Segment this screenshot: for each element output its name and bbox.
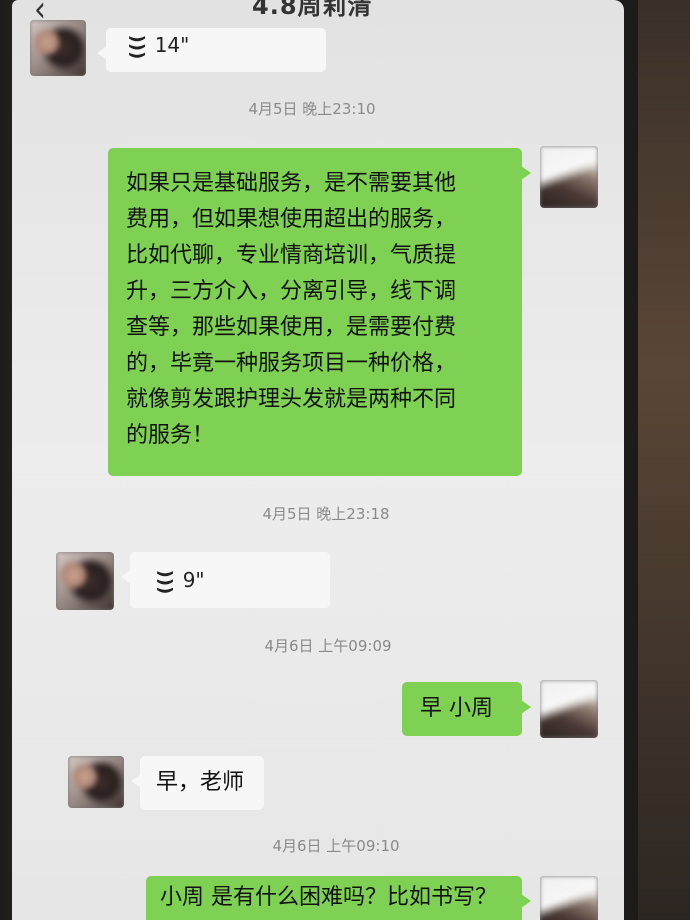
message-line: 小周 是有什么困难吗？比如书写？ [160, 885, 497, 910]
message-line: 的，毕竟一种服务项目一种价格， [126, 351, 457, 376]
message-line: 费用，但如果想使用超出的服务， [126, 207, 457, 232]
voice-message[interactable]: ))) 9" [121, 552, 330, 608]
avatar[interactable] [56, 552, 114, 610]
message-bubble[interactable]: 早，老师 [131, 756, 264, 810]
message-line: 比如代聊，专业情商培训，气质提 [126, 243, 457, 268]
message-line: 升，三方介入，分离引导，线下调 [126, 279, 457, 304]
timestamp: 4月5日 晚上23:18 [262, 505, 390, 523]
timestamp: 4月5日 晚上23:10 [248, 100, 376, 118]
chat-screen: ‹ 4.8周莉清 ))) 14" 4月5日 晚上23:10 如果只是基础服务，是不… [12, 0, 624, 920]
chat-title: 4.8周莉清 [252, 0, 373, 20]
message-line: 早，老师 [156, 770, 245, 795]
background-edge [638, 0, 690, 920]
voice-message[interactable]: ))) 14" [97, 28, 326, 72]
voice-duration: 14" [154, 33, 190, 57]
message-line: 如果只是基础服务，是不需要其他 [126, 171, 457, 196]
chat-header: ‹ 4.8周莉清 [12, 0, 624, 31]
message-line: 早 小周 [420, 696, 493, 721]
message-line: 就像剪发跟护理头发就是两种不同 [126, 387, 457, 412]
avatar[interactable] [30, 20, 86, 76]
voice-wave-icon: ))) [154, 569, 176, 595]
message-line: 查等，那些如果使用，是需要付费 [126, 315, 457, 340]
message-bubble[interactable]: 早 小周 [402, 682, 531, 736]
message-bubble[interactable]: 如果只是基础服务，是不需要其他 费用，但如果想使用超出的服务， 比如代聊，专业情… [108, 148, 531, 476]
avatar[interactable] [540, 680, 598, 738]
message-bubble[interactable]: 小周 是有什么困难吗？比如书写？ [146, 876, 531, 920]
voice-wave-icon: ))) [126, 34, 148, 60]
timestamp: 4月6日 上午09:09 [264, 637, 392, 655]
avatar[interactable] [540, 876, 598, 920]
avatar[interactable] [540, 146, 598, 208]
timestamp: 4月6日 上午09:10 [272, 837, 400, 855]
avatar[interactable] [68, 756, 124, 808]
message-line: 的服务！ [126, 423, 215, 448]
